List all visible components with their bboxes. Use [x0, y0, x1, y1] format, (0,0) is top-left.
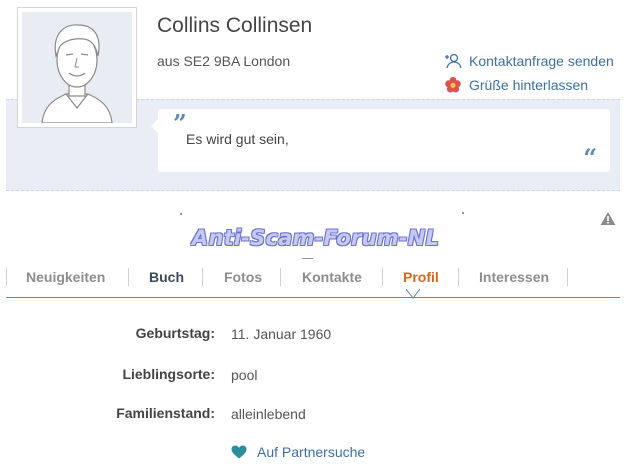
tab-divider: [280, 268, 281, 286]
add-contact-icon: [444, 52, 462, 70]
profile-name: Collins Collinsen: [157, 14, 313, 37]
profile-tabs: Neuigkeiten Buch Fotos Kontakte Profil I…: [6, 264, 620, 298]
tab-divider: [382, 268, 383, 286]
partner-search-label: Auf Partnersuche: [257, 444, 366, 460]
report-warning-icon[interactable]: [600, 211, 616, 226]
profile-location: aus SE2 9BA London: [157, 53, 291, 69]
close-quote-icon: “: [583, 143, 597, 172]
tab-divider: [567, 268, 568, 286]
marital-status-label: Familienstand:: [116, 405, 215, 421]
marital-status-value: alleinlebend: [231, 406, 306, 422]
favorite-places-label: Lieblingsorte:: [122, 366, 215, 382]
contact-request-link[interactable]: Kontaktanfrage senden: [444, 50, 614, 72]
favorite-places-value: pool: [231, 367, 258, 383]
partner-search-link[interactable]: Auf Partnersuche: [231, 444, 365, 460]
tab-divider: [6, 268, 7, 286]
tab-kontakte[interactable]: Kontakte: [302, 269, 362, 285]
status-quote-box: ” Es wird gut sein, “: [151, 109, 610, 172]
tab-neuigkeiten[interactable]: Neuigkeiten: [26, 269, 105, 285]
artifact-line: [302, 258, 313, 259]
tab-interessen[interactable]: Interessen: [479, 269, 549, 285]
status-quote-text: Es wird gut sein,: [186, 131, 289, 147]
default-male-avatar-icon: [22, 12, 132, 123]
watermark-text: Anti-Scam-Forum-NL: [192, 226, 440, 250]
flower-icon: [444, 76, 462, 94]
tab-buch[interactable]: Buch: [149, 269, 184, 285]
avatar: [17, 7, 137, 128]
artifact-dot: [180, 213, 182, 215]
tab-divider: [128, 268, 129, 286]
artifact-dot: [462, 212, 464, 214]
tab-divider: [458, 268, 459, 286]
birthday-value: 11. Januar 1960: [231, 326, 332, 342]
heart-icon: [231, 445, 247, 459]
contact-request-label: Kontaktanfrage senden: [469, 53, 614, 69]
profile-actions: Kontaktanfrage senden Grüße hinterlassen: [444, 50, 614, 98]
leave-greeting-label: Grüße hinterlassen: [469, 77, 589, 93]
open-quote-icon: ”: [173, 109, 187, 138]
tab-profil[interactable]: Profil: [403, 269, 439, 285]
tab-divider: [202, 268, 203, 286]
active-tab-pointer: [406, 289, 420, 299]
leave-greeting-link[interactable]: Grüße hinterlassen: [444, 74, 614, 96]
tab-fotos[interactable]: Fotos: [224, 269, 262, 285]
birthday-label: Geburtstag:: [135, 325, 215, 341]
